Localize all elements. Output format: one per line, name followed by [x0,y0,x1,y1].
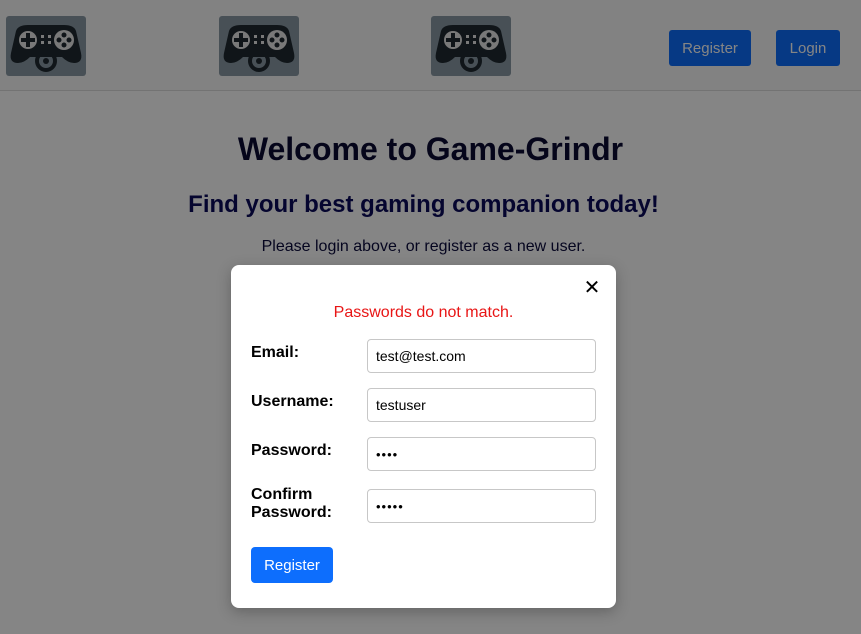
close-icon[interactable]: ✕ [582,277,602,299]
password-field[interactable] [367,437,596,471]
username-label: Username: [251,393,334,410]
register-modal: ✕ Passwords do not match. Email: Usernam… [231,265,616,608]
confirm-password-label-line1: Confirm [251,486,313,503]
password-label: Password: [251,442,332,459]
register-submit-button[interactable]: Register [251,547,333,583]
confirm-password-label: Confirm Password: [251,486,361,522]
email-field[interactable] [367,339,596,373]
page: Register Login Welcome to Game-Grindr Fi… [0,0,861,634]
confirm-password-field[interactable] [367,489,596,523]
confirm-password-label-line2: Password: [251,504,332,521]
username-field[interactable] [367,388,596,422]
email-label: Email: [251,344,300,361]
error-message: Passwords do not match. [333,304,514,321]
